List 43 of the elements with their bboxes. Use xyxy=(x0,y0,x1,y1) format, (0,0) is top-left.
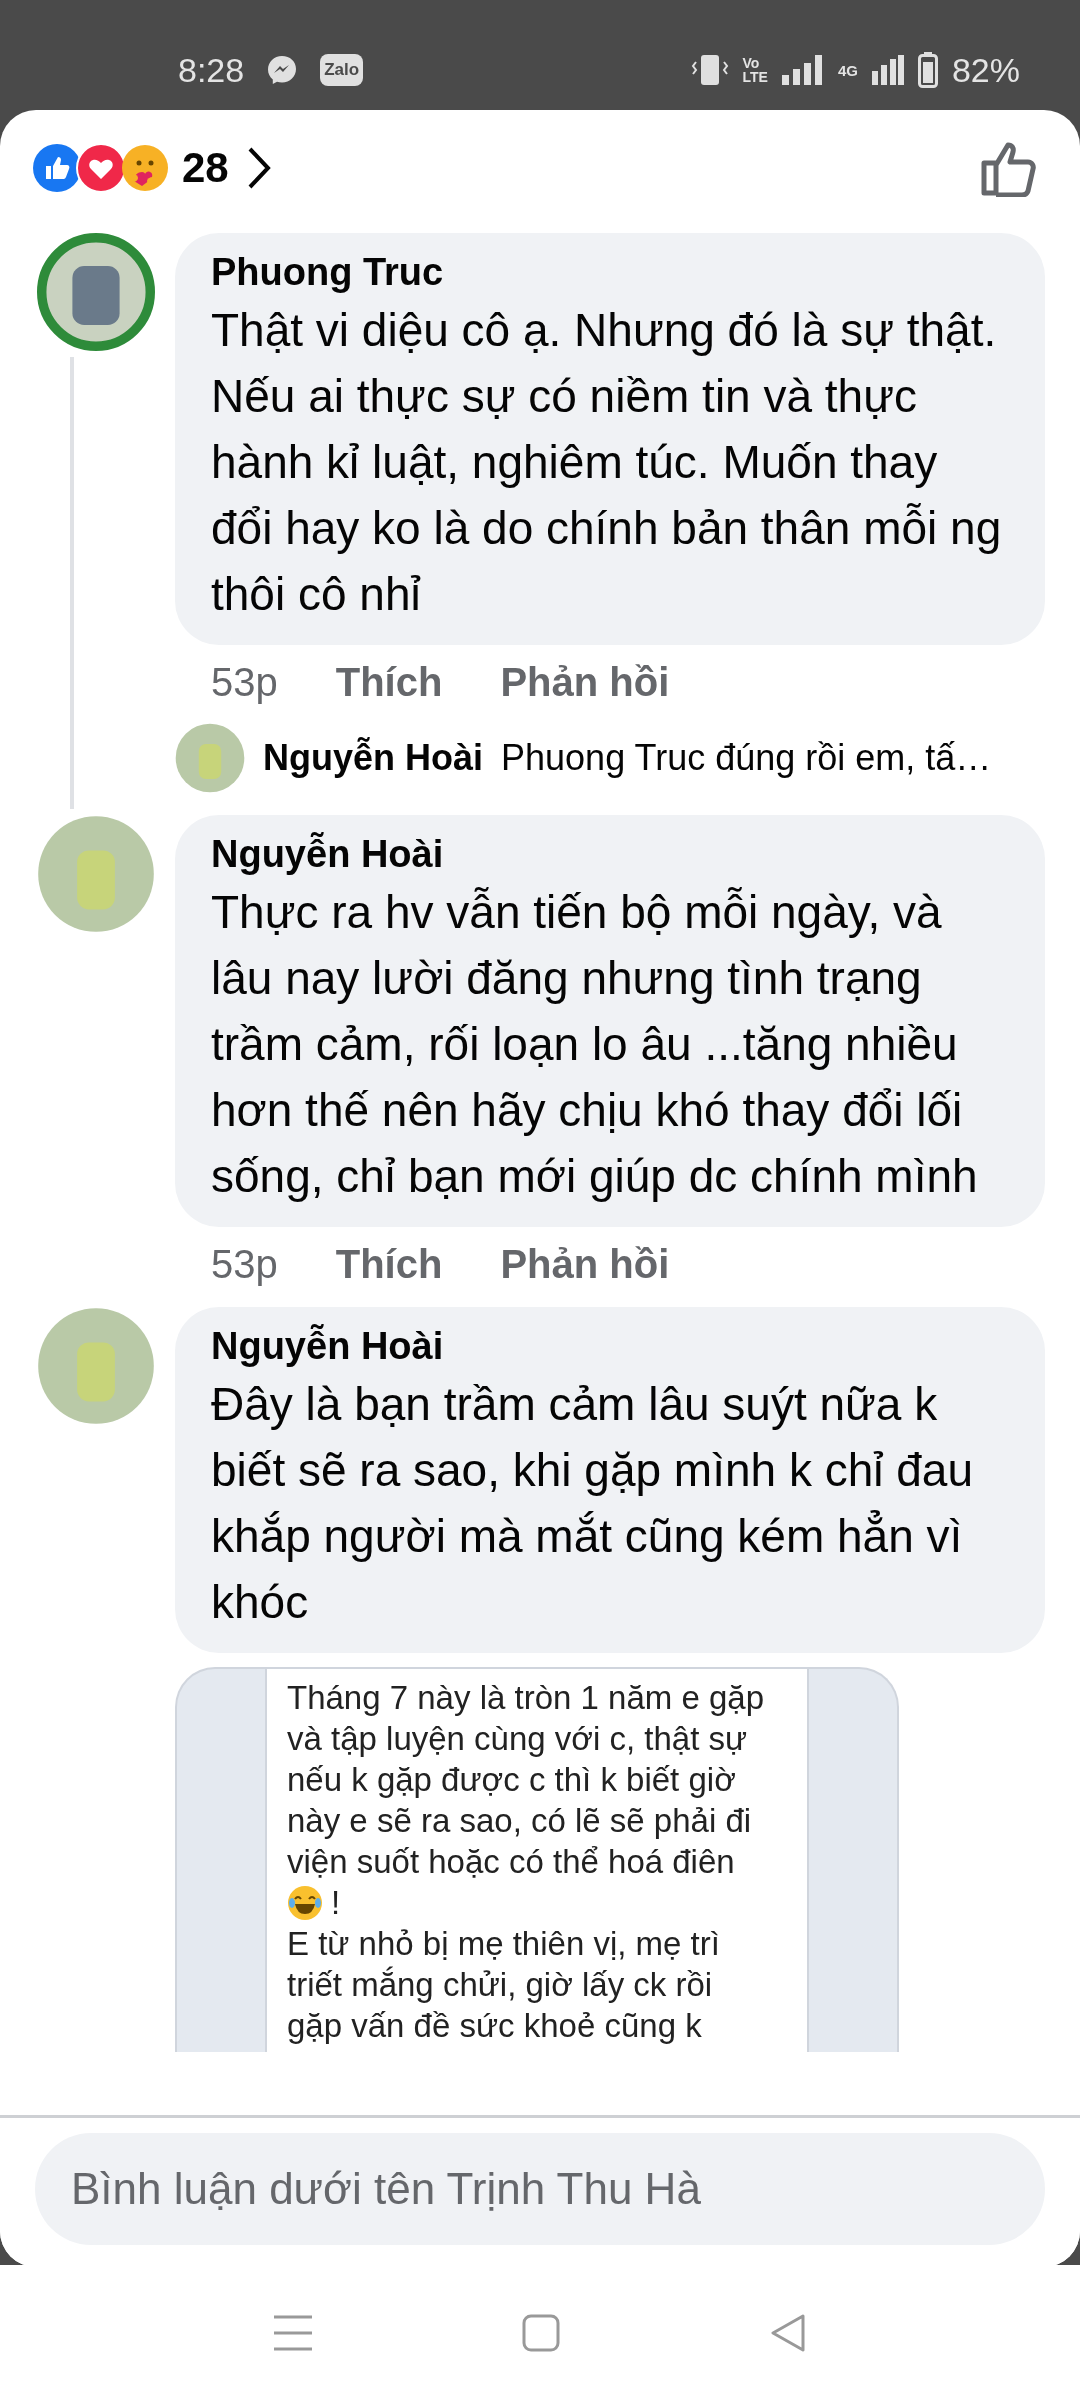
avatar-photo[interactable] xyxy=(37,233,155,351)
love-reaction-icon xyxy=(76,142,126,193)
like-link[interactable]: Thích xyxy=(335,1241,443,1287)
chevron-right-icon[interactable] xyxy=(246,145,271,190)
screenshot-text-line: và tập luyện cùng với c, thật sự xyxy=(287,1719,748,1759)
author-name[interactable]: Nguyễn Hoài xyxy=(211,829,1009,879)
menu-icon[interactable] xyxy=(274,2314,312,2351)
battery-percent: 82% xyxy=(951,50,1020,90)
comment-input-field[interactable]: Bình luận dưới tên Trịnh Thu Hà xyxy=(35,2133,1045,2245)
screenshot-text-line: ! xyxy=(331,1883,341,1923)
comment-text: Đây là bạn trầm cảm lâu suýt nữa k biết sẽ ra sao, khi gặp mình k chỉ đau khắp người mà mắt cũng kém hẳn vì khóc xyxy=(211,1377,974,1630)
author-name[interactable]: Nguyễn Hoài xyxy=(263,737,484,779)
home-icon[interactable] xyxy=(522,2313,560,2352)
volte-label: Vo LTE xyxy=(742,56,768,84)
network-type-label: 4G xyxy=(837,61,858,79)
reply-link[interactable]: Phản hồi xyxy=(500,1241,670,1287)
signal-icon xyxy=(871,55,904,85)
author-name[interactable]: Phuong Truc xyxy=(211,247,1009,297)
screenshot-text-line: Tháng 7 này là tròn 1 năm e gặp xyxy=(287,1678,764,1718)
signal-icon xyxy=(781,55,824,85)
care-reaction-icon xyxy=(120,142,170,193)
attached-screenshot[interactable] xyxy=(175,1667,899,2052)
screenshot-text-line: viện suốt hoặc có thể hoá điên xyxy=(287,1842,735,1882)
battery-icon xyxy=(917,52,938,88)
author-name[interactable]: Nguyễn Hoài xyxy=(211,1321,1009,1371)
screenshot-text-line: này e sẽ ra sao, có lẽ sẽ phải đi xyxy=(287,1801,752,1841)
screenshot-text-line: E từ nhỏ bị mẹ thiên vị, mẹ trì xyxy=(287,1924,720,1964)
vibrate-icon xyxy=(690,53,729,87)
zalo-icon: Zalo xyxy=(320,54,364,86)
comment-text: Thực ra hv vẫn tiến bộ mỗi ngày, và lâu nay lười đăng nhưng tình trạng trầm cảm, rối loạn lo âu ...tăng nhiều hơn thế nên hãy chịu khó thay đổi lối sống, chỉ bạn mới giúp dc chính mình xyxy=(211,885,979,1204)
reaction-count[interactable]: 28 xyxy=(182,143,229,192)
comment-time: 53p xyxy=(211,1241,278,1287)
screenshot-text-line: gặp vấn đề sức khoẻ cũng k xyxy=(287,2006,702,2046)
back-icon[interactable] xyxy=(770,2313,806,2352)
like-link[interactable]: Thích xyxy=(335,659,443,705)
comment-time: 53p xyxy=(211,659,278,705)
screenshot-text-line: nếu k gặp được c thì k biết giờ xyxy=(287,1760,736,1800)
reply-link[interactable]: Phản hồi xyxy=(500,659,670,705)
clock-time: 8:28 xyxy=(178,50,245,90)
messenger-icon xyxy=(266,54,299,86)
comment-text: Thật vi diệu cô ạ. Nhưng đó là sự thật. Nếu ai thực sự có niềm tin và thực hành kỉ luật, nghiêm túc. Muốn thay đổi hay ko là do chính bản thân mỗi ng thôi cô nhỉ xyxy=(211,303,1003,622)
reply-preview-text[interactable]: Phuong Truc đúng rồi em, tấ… xyxy=(501,737,992,779)
screenshot-text-line: triết mắng chửi, giờ lấy ck rồi xyxy=(287,1965,713,2005)
